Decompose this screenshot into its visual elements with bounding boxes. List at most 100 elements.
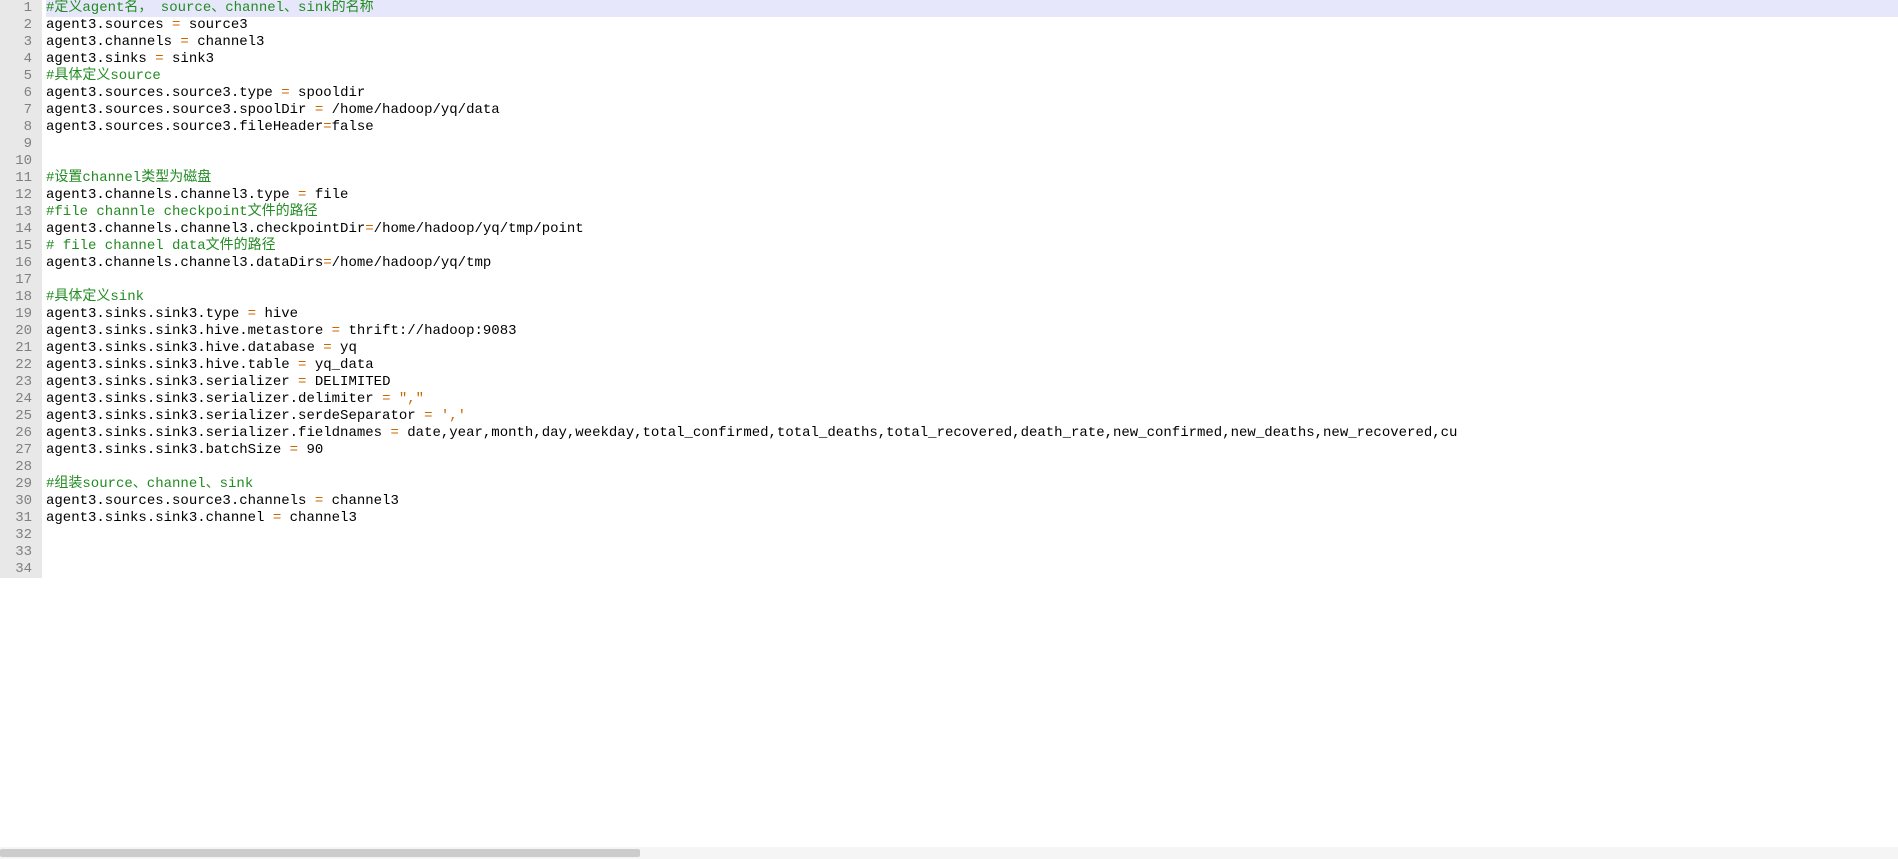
code-editor[interactable]: 1234567891011121314151617181920212223242… (0, 0, 1898, 578)
comment-token: #定义agent名， source、channel、sink的名称 (46, 0, 374, 16)
code-token (390, 391, 398, 407)
code-line[interactable]: agent3.sinks.sink3.serializer.delimiter … (46, 391, 1898, 408)
code-line[interactable]: # file channel data文件的路径 (46, 238, 1898, 255)
code-line[interactable]: #具体定义source (46, 68, 1898, 85)
code-line[interactable]: agent3.sinks.sink3.hive.table = yq_data (46, 357, 1898, 374)
comment-token: # file channel data文件的路径 (46, 238, 276, 254)
op-token: = (323, 255, 331, 271)
line-number: 19 (6, 306, 32, 323)
line-number: 31 (6, 510, 32, 527)
code-line[interactable]: agent3.sinks.sink3.serializer = DELIMITE… (46, 374, 1898, 391)
op-token: = (273, 510, 281, 526)
code-token: hive (256, 306, 298, 322)
code-line[interactable]: agent3.sinks = sink3 (46, 51, 1898, 68)
code-line[interactable]: #file channle checkpoint文件的路径 (46, 204, 1898, 221)
op-token: = (315, 493, 323, 509)
code-token: agent3.sinks.sink3.hive.database (46, 340, 323, 356)
code-line[interactable]: agent3.sinks.sink3.serializer.serdeSepar… (46, 408, 1898, 425)
code-line[interactable]: agent3.sources.source3.type = spooldir (46, 85, 1898, 102)
str-token: "," (399, 391, 424, 407)
code-area[interactable]: #定义agent名， source、channel、sink的名称agent3.… (42, 0, 1898, 578)
code-line[interactable]: agent3.sinks.sink3.channel = channel3 (46, 510, 1898, 527)
code-token: yq (332, 340, 357, 356)
line-number: 29 (6, 476, 32, 493)
op-token: = (155, 51, 163, 67)
code-token: agent3.sources (46, 17, 172, 33)
code-token: channel3 (281, 510, 357, 526)
code-line[interactable]: agent3.channels.channel3.dataDirs=/home/… (46, 255, 1898, 272)
line-number: 30 (6, 493, 32, 510)
code-token: agent3.channels.channel3.dataDirs (46, 255, 323, 271)
code-line[interactable]: agent3.channels.channel3.type = file (46, 187, 1898, 204)
code-token: spooldir (290, 85, 366, 101)
code-token: channel3 (189, 34, 265, 50)
line-number: 11 (6, 170, 32, 187)
op-token: = (248, 306, 256, 322)
line-number: 7 (6, 102, 32, 119)
code-token (432, 408, 440, 424)
op-token: = (365, 221, 373, 237)
code-line[interactable]: agent3.sources.source3.fileHeader=false (46, 119, 1898, 136)
code-token: agent3.sources.source3.fileHeader (46, 119, 323, 135)
code-line[interactable]: #定义agent名， source、channel、sink的名称 (46, 0, 1898, 17)
line-number: 18 (6, 289, 32, 306)
code-line[interactable] (46, 561, 1898, 578)
code-token: agent3.sinks.sink3.batchSize (46, 442, 290, 458)
code-line[interactable] (46, 153, 1898, 170)
code-line[interactable] (46, 459, 1898, 476)
code-line[interactable] (46, 136, 1898, 153)
code-line[interactable]: agent3.channels.channel3.checkpointDir=/… (46, 221, 1898, 238)
line-number: 9 (6, 136, 32, 153)
line-number: 25 (6, 408, 32, 425)
line-number: 32 (6, 527, 32, 544)
code-token: date,year,month,day,weekday,total_confir… (399, 425, 1458, 441)
code-line[interactable] (46, 544, 1898, 561)
code-line[interactable]: agent3.sinks.sink3.serializer.fieldnames… (46, 425, 1898, 442)
code-token: agent3.sinks.sink3.serializer (46, 374, 298, 390)
code-line[interactable] (46, 527, 1898, 544)
line-number: 16 (6, 255, 32, 272)
code-line[interactable] (46, 272, 1898, 289)
line-number: 17 (6, 272, 32, 289)
code-line[interactable]: #设置channel类型为磁盘 (46, 170, 1898, 187)
code-token: source3 (180, 17, 247, 33)
comment-token: #设置channel类型为磁盘 (46, 170, 211, 186)
line-number: 24 (6, 391, 32, 408)
line-number: 14 (6, 221, 32, 238)
code-line[interactable]: agent3.sinks.sink3.hive.metastore = thri… (46, 323, 1898, 340)
line-number: 10 (6, 153, 32, 170)
code-token: agent3.sources.source3.channels (46, 493, 315, 509)
code-token: false (332, 119, 374, 135)
op-token: = (281, 85, 289, 101)
line-number: 6 (6, 85, 32, 102)
code-line[interactable]: #具体定义sink (46, 289, 1898, 306)
line-number: 22 (6, 357, 32, 374)
gutter: 1234567891011121314151617181920212223242… (0, 0, 42, 578)
code-token: agent3.sinks.sink3.serializer.fieldnames (46, 425, 390, 441)
horizontal-scrollbar-thumb[interactable] (0, 849, 640, 857)
line-number: 4 (6, 51, 32, 68)
line-number: 33 (6, 544, 32, 561)
comment-token: #组装source、channel、sink (46, 476, 253, 492)
line-number: 20 (6, 323, 32, 340)
code-line[interactable]: agent3.sources.source3.channels = channe… (46, 493, 1898, 510)
code-line[interactable]: agent3.channels = channel3 (46, 34, 1898, 51)
code-token: agent3.sinks.sink3.type (46, 306, 248, 322)
line-number: 8 (6, 119, 32, 136)
code-line[interactable]: agent3.sinks.sink3.type = hive (46, 306, 1898, 323)
code-line[interactable]: agent3.sources.source3.spoolDir = /home/… (46, 102, 1898, 119)
code-token: agent3.sinks.sink3.serializer.serdeSepar… (46, 408, 424, 424)
code-token: agent3.sinks (46, 51, 155, 67)
comment-token: #file channle checkpoint文件的路径 (46, 204, 318, 220)
code-line[interactable]: #组装source、channel、sink (46, 476, 1898, 493)
code-token: /home/hadoop/yq/tmp/point (374, 221, 584, 237)
code-token: yq_data (306, 357, 373, 373)
str-token: ',' (441, 408, 466, 424)
horizontal-scrollbar-track[interactable] (0, 847, 1898, 859)
code-line[interactable]: agent3.sources = source3 (46, 17, 1898, 34)
code-token: agent3.sources.source3.spoolDir (46, 102, 315, 118)
line-number: 15 (6, 238, 32, 255)
code-line[interactable]: agent3.sinks.sink3.batchSize = 90 (46, 442, 1898, 459)
code-token: agent3.sinks.sink3.serializer.delimiter (46, 391, 382, 407)
code-line[interactable]: agent3.sinks.sink3.hive.database = yq (46, 340, 1898, 357)
